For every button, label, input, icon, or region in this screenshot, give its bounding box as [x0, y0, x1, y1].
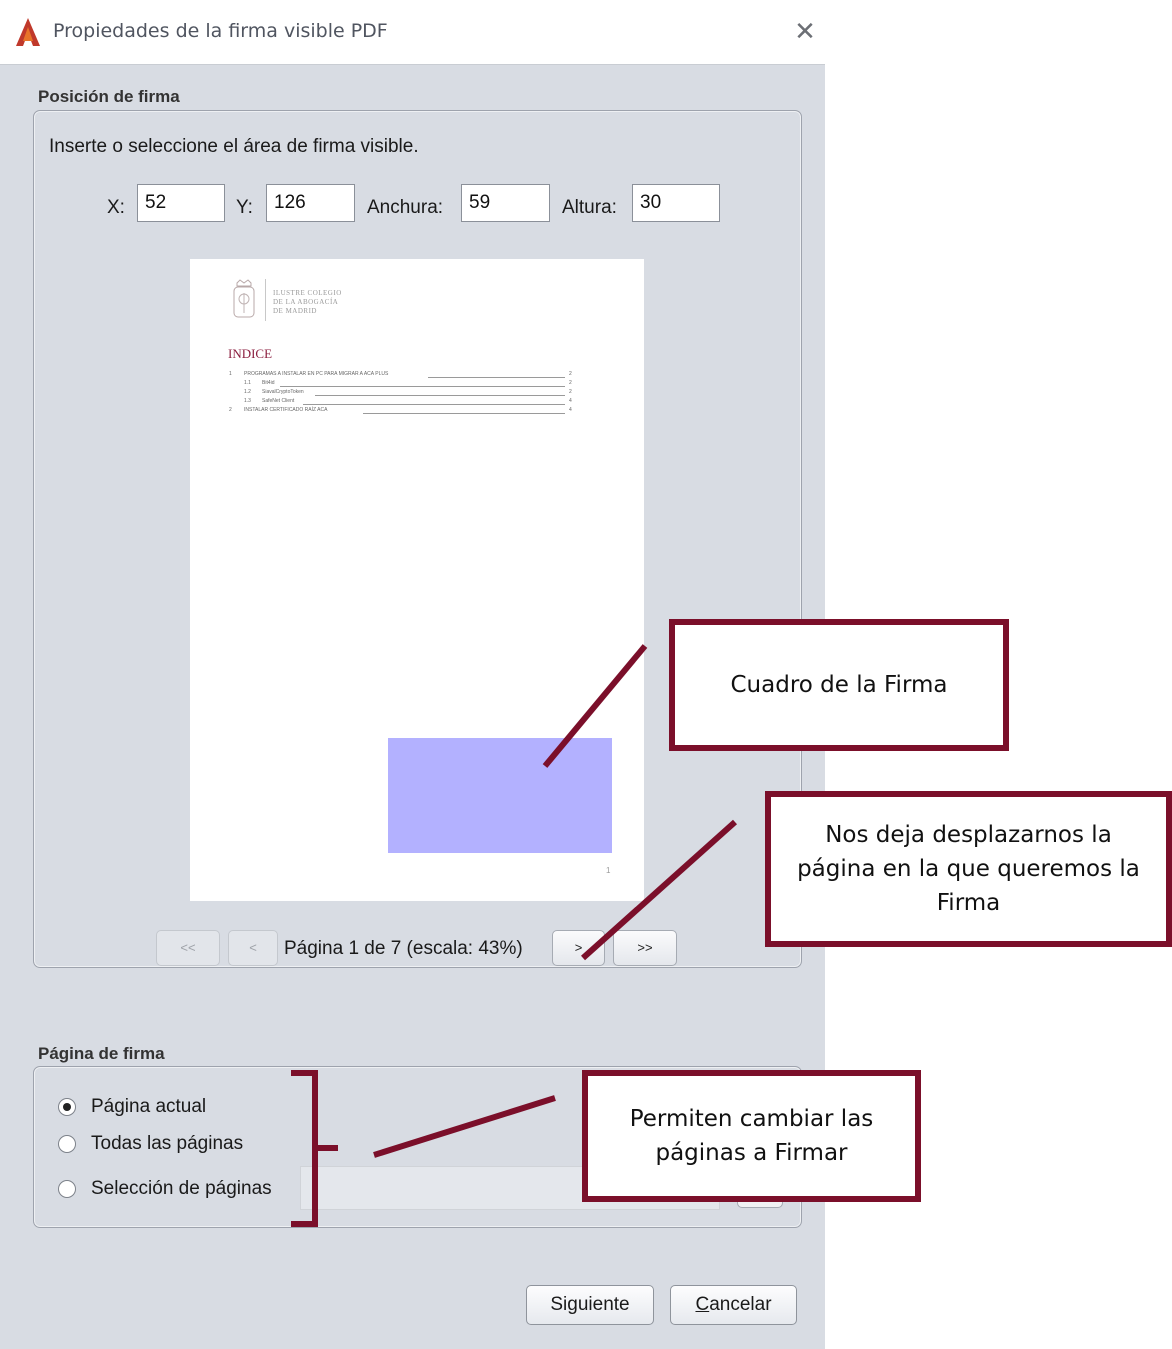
annotation-page-selection: Permiten cambiar las páginas a Firmar	[582, 1070, 921, 1202]
page-nav-pointer-line	[580, 819, 738, 961]
annotation-page-selection-text: Permiten cambiar las páginas a Firmar	[629, 1106, 874, 1166]
signature-box-pointer-line	[542, 644, 648, 768]
annotation-signature-box: Cuadro de la Firma	[669, 619, 1009, 751]
annotation-signature-box-text: Cuadro de la Firma	[730, 672, 948, 698]
page-selection-pointer-line	[373, 1095, 556, 1158]
radio-options-bracket	[291, 1070, 338, 1227]
annotation-page-nav-text: Nos deja desplazarnos la página en la qu…	[797, 822, 1140, 916]
annotation-page-nav: Nos deja desplazarnos la página en la qu…	[765, 791, 1172, 947]
